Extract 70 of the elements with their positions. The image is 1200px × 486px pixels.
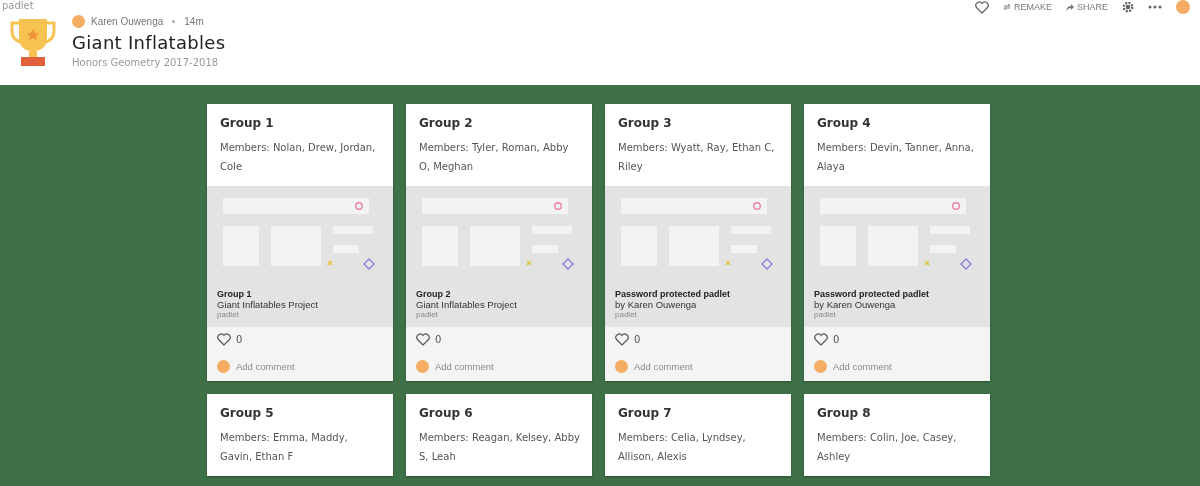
preview-subtitle: Giant Inflatables Project [217,299,319,310]
post-body: Members: Tyler, Roman, Abby O, Meghan [419,141,570,174]
board-subtitle: Honors Geometry 2017-2018 [72,57,220,68]
post-card[interactable]: Group 6 Members: Reagan, Kelsey, Abby S, Leah [406,394,592,476]
preview-title: Group 1 [217,289,253,299]
like-count: 0 [833,334,840,345]
post-title: Group 2 [419,116,474,130]
heart-icon[interactable] [416,333,430,346]
post-title: Group 4 [817,116,872,130]
post-card[interactable]: Group 8 Members: Colin, Joe, Casey, Ashley [804,394,990,476]
post-body: Members: Emma, Maddy, Gavin, Ethan F [220,431,349,464]
author-avatar [72,15,85,28]
post-card[interactable]: Group 4 Members: Devin, Tanner, Anna, Alaya Password protected padlet by Karen Ouwenga padlet 0 Add comment [804,104,990,381]
share-arrow-icon [1066,3,1074,11]
trophy-icon [10,17,56,69]
post-title: Group 1 [220,116,275,130]
link-preview[interactable]: Group 1 Giant Inflatables Project padlet [207,186,393,327]
board-title: Giant Inflatables [72,32,226,53]
user-avatar [416,360,429,373]
preview-source: padlet [217,310,240,319]
preview-source: padlet [814,310,837,319]
swap-arrows-icon [1002,3,1011,11]
post-body: Members: Nolan, Drew, Jordan, Cole [220,141,377,174]
post-body: Members: Celia, Lyndsey, Allison, Alexis [618,431,747,464]
user-avatar [615,360,628,373]
preview-subtitle: by Karen Ouwenga [814,299,897,310]
post-card[interactable]: Group 2 Members: Tyler, Roman, Abby O, Meghan Group 2 Giant Inflatables Project padlet 0 Add comment [406,104,592,381]
preview-title: Group 2 [416,289,452,299]
comment-field[interactable]: Add comment [833,361,973,372]
post-card[interactable]: Group 1 Members: Nolan, Drew, Jordan, Cole Group 1 Giant Inflatables Project padlet 0 Add comment [207,104,393,381]
preview-subtitle: by Karen Ouwenga [615,299,698,310]
preview-title: Password protected padlet [615,289,732,299]
post-time: 14m [184,16,204,27]
more-icon[interactable] [1148,5,1162,9]
heart-icon[interactable] [814,333,828,346]
preview-title: Password protected padlet [814,289,931,299]
link-preview[interactable]: Password protected padlet by Karen Ouwenga padlet [804,186,990,327]
user-avatar [217,360,230,373]
post-body: Members: Wyatt, Ray, Ethan C, Riley [618,141,776,174]
preview-source: padlet [416,310,439,319]
separator-dot [172,20,176,23]
post-body: Members: Devin, Tanner, Anna, Alaya [817,141,975,174]
post-body: Members: Reagan, Kelsey, Abby S, Leah [419,431,580,464]
comment-field[interactable]: Add comment [236,361,376,372]
user-avatar [814,360,827,373]
post-title: Group 3 [618,116,673,130]
settings-icon[interactable] [1122,1,1134,13]
post-title: Group 8 [817,406,872,420]
comment-field[interactable]: Add comment [634,361,774,372]
heart-icon[interactable] [974,0,989,14]
post-card[interactable]: Group 5 Members: Emma, Maddy, Gavin, Ethan F [207,394,393,476]
share-button[interactable]: SHARE [1066,2,1108,12]
preview-subtitle: Giant Inflatables Project [416,299,518,310]
post-card[interactable]: Group 7 Members: Celia, Lyndsey, Allison, Alexis [605,394,791,476]
heart-icon[interactable] [615,333,629,346]
like-count: 0 [236,334,243,345]
post-title: Group 7 [618,406,673,420]
comment-field[interactable]: Add comment [435,361,575,372]
link-preview[interactable]: Group 2 Giant Inflatables Project padlet [406,186,592,327]
like-count: 0 [435,334,442,345]
link-preview[interactable]: Password protected padlet by Karen Ouwenga padlet [605,186,791,327]
heart-icon[interactable] [217,333,231,346]
like-count: 0 [634,334,641,345]
remake-button[interactable]: REMAKE [1002,2,1052,12]
post-title: Group 5 [220,406,275,420]
post-card[interactable]: Group 3 Members: Wyatt, Ray, Ethan C, Riley Password protected padlet by Karen Ouwenga padlet 0 Add comment [605,104,791,381]
post-title: Group 6 [419,406,474,420]
post-body: Members: Colin, Joe, Casey, Ashley [817,431,958,464]
preview-source: padlet [615,310,638,319]
author-name: Karen Ouwenga [91,16,164,27]
